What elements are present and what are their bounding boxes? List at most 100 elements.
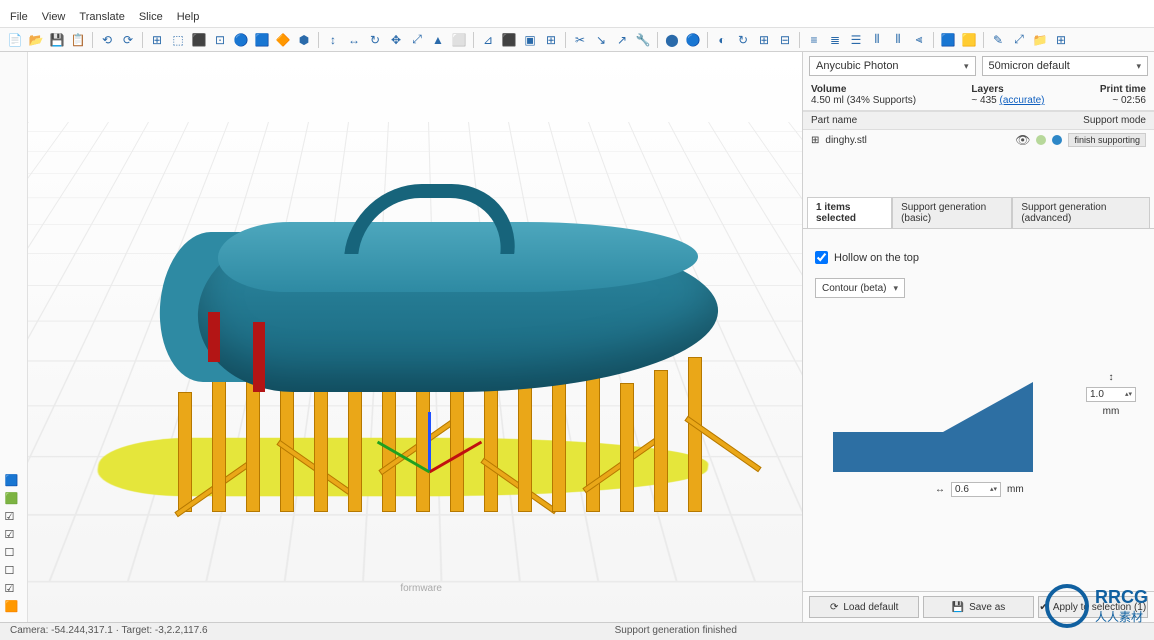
toolbar-button-20[interactable]: ✥ — [387, 31, 405, 49]
part-row[interactable]: ⊞ dinghy.stl 👁 finish supporting — [803, 130, 1154, 150]
width-input[interactable]: 0.6 — [951, 482, 1001, 497]
support-pillar — [178, 392, 192, 512]
support-pillar — [314, 380, 328, 512]
toolbar-button-40[interactable]: ⊞ — [755, 31, 773, 49]
toolbar-button-17[interactable]: ↕ — [324, 31, 342, 49]
visibility-toggle-icon[interactable]: 👁 — [1015, 133, 1030, 147]
left-strip-item-5[interactable]: ☐ — [5, 564, 23, 578]
hollow-checkbox-input[interactable] — [815, 251, 828, 264]
support-pillar — [654, 370, 668, 512]
left-strip-item-6[interactable]: ☑ — [5, 582, 23, 596]
toolbar-button-50[interactable]: 🟦 — [939, 31, 957, 49]
layers-label: Layers — [971, 84, 1044, 95]
title-bar — [0, 0, 1154, 8]
toolbar-button-2[interactable]: 💾 — [48, 31, 66, 49]
toolbar-button-31[interactable]: ↘ — [592, 31, 610, 49]
toolbar-button-21[interactable]: ⤢ — [408, 31, 426, 49]
red-accent — [208, 312, 220, 362]
tab-selection[interactable]: 1 items selected — [807, 197, 892, 228]
toolbar-button-5[interactable]: ⟲ — [98, 31, 116, 49]
support-pillar — [212, 379, 226, 512]
layers-accurate-link[interactable]: (accurate) — [1000, 95, 1045, 106]
toolbar-button-0[interactable]: 📄 — [6, 31, 24, 49]
toolbar-button-35[interactable]: ⬤ — [663, 31, 681, 49]
gizmo-z-axis[interactable] — [428, 412, 431, 472]
save-as-button[interactable]: 💾Save as — [923, 596, 1033, 618]
red-accent — [253, 322, 265, 392]
toolbar-button-47[interactable]: ⫴ — [889, 31, 907, 49]
menu-help[interactable]: Help — [177, 11, 200, 24]
toolbar-button-27[interactable]: ▣ — [521, 31, 539, 49]
support-mode-header: Support mode — [1083, 115, 1146, 126]
toolbar-button-14[interactable]: 🔶 — [274, 31, 292, 49]
support-mode-value[interactable]: finish supporting — [1068, 133, 1146, 147]
hollow-on-top-checkbox[interactable]: Hollow on the top — [815, 251, 1142, 264]
support-pillar — [552, 369, 566, 512]
tab-support-advanced[interactable]: Support generation (advanced) — [1012, 197, 1150, 228]
toolbar-button-12[interactable]: 🔵 — [232, 31, 250, 49]
support-pillar — [620, 383, 634, 512]
viewport-watermark: formware — [400, 583, 442, 594]
print-time-value: ~ 02:56 — [1100, 95, 1146, 106]
menu-file[interactable]: File — [10, 11, 28, 24]
toolbar-button-13[interactable]: 🟦 — [253, 31, 271, 49]
toolbar-button-26[interactable]: ⬛ — [500, 31, 518, 49]
toolbar-button-22[interactable]: ▲ — [429, 31, 447, 49]
toolbar-button-54[interactable]: ⤢ — [1010, 31, 1028, 49]
toolbar-button-55[interactable]: 📁 — [1031, 31, 1049, 49]
left-strip-item-4[interactable]: ☐ — [5, 546, 23, 560]
left-strip-item-1[interactable]: 🟩 — [5, 492, 23, 506]
left-strip-item-2[interactable]: ☑ — [5, 510, 23, 524]
toolbar-button-30[interactable]: ✂ — [571, 31, 589, 49]
status-message: Support generation finished — [615, 625, 737, 638]
toolbar-button-19[interactable]: ↻ — [366, 31, 384, 49]
layers-value: ~ 435 — [971, 95, 996, 106]
left-strip-item-7[interactable]: 🟧 — [5, 600, 23, 614]
unit-mm: mm — [1103, 406, 1120, 417]
toolbar-button-41[interactable]: ⊟ — [776, 31, 794, 49]
toolbar-button-9[interactable]: ⬚ — [169, 31, 187, 49]
toolbar-button-46[interactable]: ⫴ — [868, 31, 886, 49]
expand-icon[interactable]: ⊞ — [811, 135, 819, 146]
toolbar-button-53[interactable]: ✎ — [989, 31, 1007, 49]
printer-select[interactable]: Anycubic Photon — [809, 56, 976, 76]
support-pillar — [688, 357, 702, 512]
toolbar-button-36[interactable]: 🔵 — [684, 31, 702, 49]
tab-support-basic[interactable]: Support generation (basic) — [892, 197, 1012, 228]
toolbar-button-10[interactable]: ⬛ — [190, 31, 208, 49]
left-tool-strip: 🟦 🟩 ☑ ☑ ☐ ☐ ☑ 🟧 — [0, 52, 28, 622]
toolbar-button-48[interactable]: ⫷ — [910, 31, 928, 49]
contour-select[interactable]: Contour (beta) — [815, 278, 905, 298]
print-info: Volume 4.50 ml (34% Supports) Layers ~ 4… — [803, 80, 1154, 111]
toolbar-button-39[interactable]: ↻ — [734, 31, 752, 49]
toolbar-button-45[interactable]: ☰ — [847, 31, 865, 49]
load-default-button[interactable]: ⟳Load default — [809, 596, 919, 618]
menu-translate[interactable]: Translate — [79, 11, 124, 24]
height-input[interactable]: 1.0 — [1086, 387, 1136, 402]
toolbar-button-18[interactable]: ↔ — [345, 31, 363, 49]
toolbar-button-32[interactable]: ↗ — [613, 31, 631, 49]
left-strip-item-0[interactable]: 🟦 — [5, 474, 23, 488]
toolbar-button-38[interactable]: ◐ — [713, 31, 731, 49]
viewport-3d[interactable]: formware — [28, 52, 802, 622]
toolbar-button-15[interactable]: ⬢ — [295, 31, 313, 49]
toolbar-button-51[interactable]: 🟨 — [960, 31, 978, 49]
toolbar-button-28[interactable]: ⊞ — [542, 31, 560, 49]
toolbar-button-1[interactable]: 📂 — [27, 31, 45, 49]
toolbar-button-11[interactable]: ⊡ — [211, 31, 229, 49]
toolbar-button-3[interactable]: 📋 — [69, 31, 87, 49]
toolbar-button-6[interactable]: ⟳ — [119, 31, 137, 49]
left-strip-item-3[interactable]: ☑ — [5, 528, 23, 542]
toolbar-button-8[interactable]: ⊞ — [148, 31, 166, 49]
toolbar-button-56[interactable]: ⊞ — [1052, 31, 1070, 49]
save-icon: 💾 — [952, 602, 964, 613]
toolbar-button-44[interactable]: ≣ — [826, 31, 844, 49]
toolbar-button-33[interactable]: 🔧 — [634, 31, 652, 49]
menu-view[interactable]: View — [42, 11, 66, 24]
menu-slice[interactable]: Slice — [139, 11, 163, 24]
toolbar-button-43[interactable]: ≡ — [805, 31, 823, 49]
toolbar-button-25[interactable]: ⊿ — [479, 31, 497, 49]
profile-select[interactable]: 50micron default — [982, 56, 1149, 76]
volume-label: Volume — [811, 84, 916, 95]
toolbar-button-23[interactable]: ⬜ — [450, 31, 468, 49]
